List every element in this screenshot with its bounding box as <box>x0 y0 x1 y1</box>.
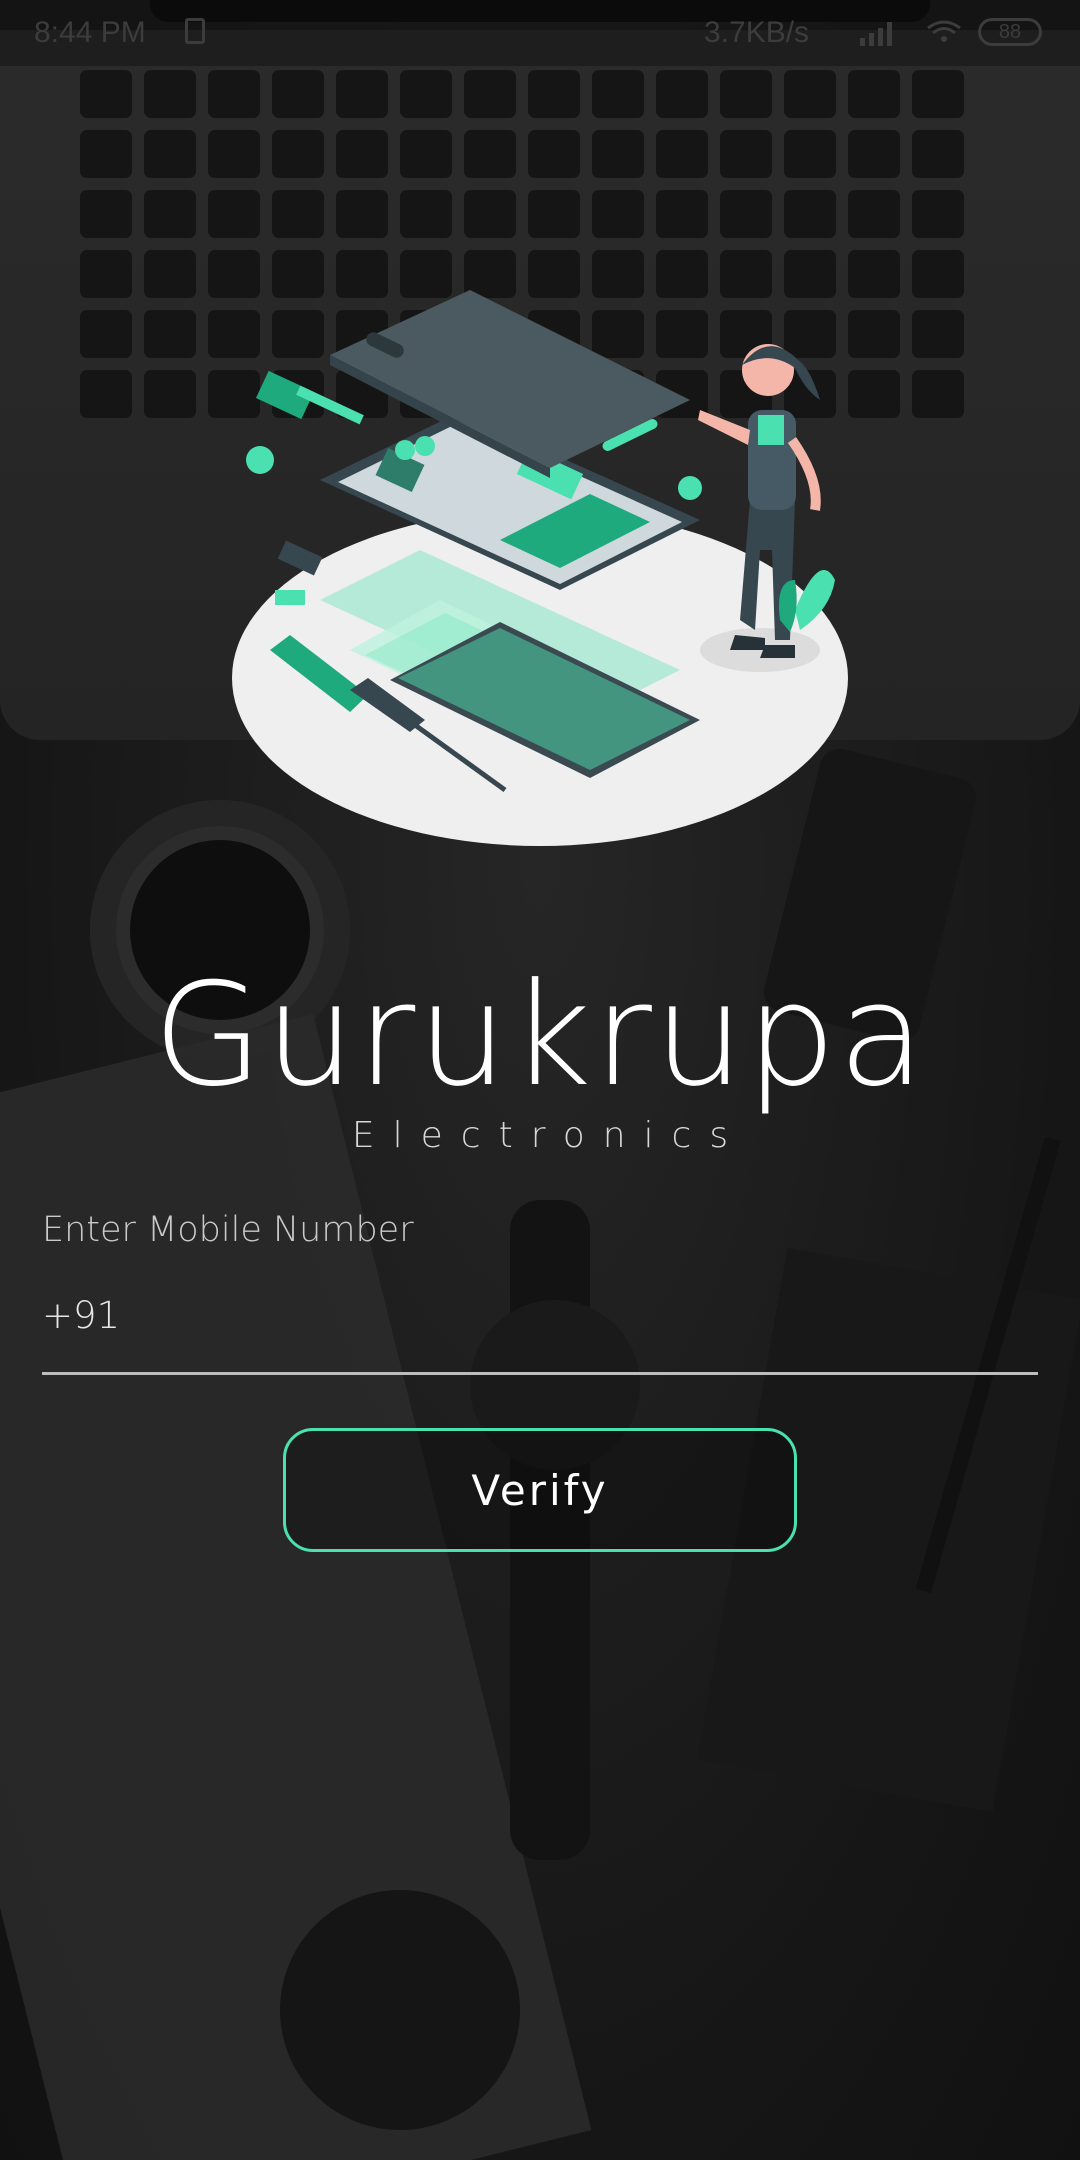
network-speed: 3.7KB/s <box>704 16 810 49</box>
status-bar: 8:44 PM 3.7KB/s 88 <box>0 0 1080 66</box>
status-time: 8:44 PM <box>34 16 146 49</box>
signal-icon <box>860 22 892 46</box>
mobile-number-input[interactable] <box>42 1285 1038 1375</box>
app-title: Gurukrupa <box>152 953 928 1118</box>
battery-icon: 88 <box>978 18 1042 46</box>
mobile-number-label: Enter Mobile Number <box>42 1210 414 1250</box>
login-screen: 8:44 PM 3.7KB/s 88 Gurukrupa Electronics… <box>0 0 1080 2160</box>
phone-repair-illustration <box>232 290 848 846</box>
app-subtitle: Electronics <box>351 1115 747 1156</box>
alarm-icon <box>185 18 205 44</box>
wifi-icon <box>927 20 961 42</box>
verify-button[interactable]: Verify <box>283 1428 797 1552</box>
